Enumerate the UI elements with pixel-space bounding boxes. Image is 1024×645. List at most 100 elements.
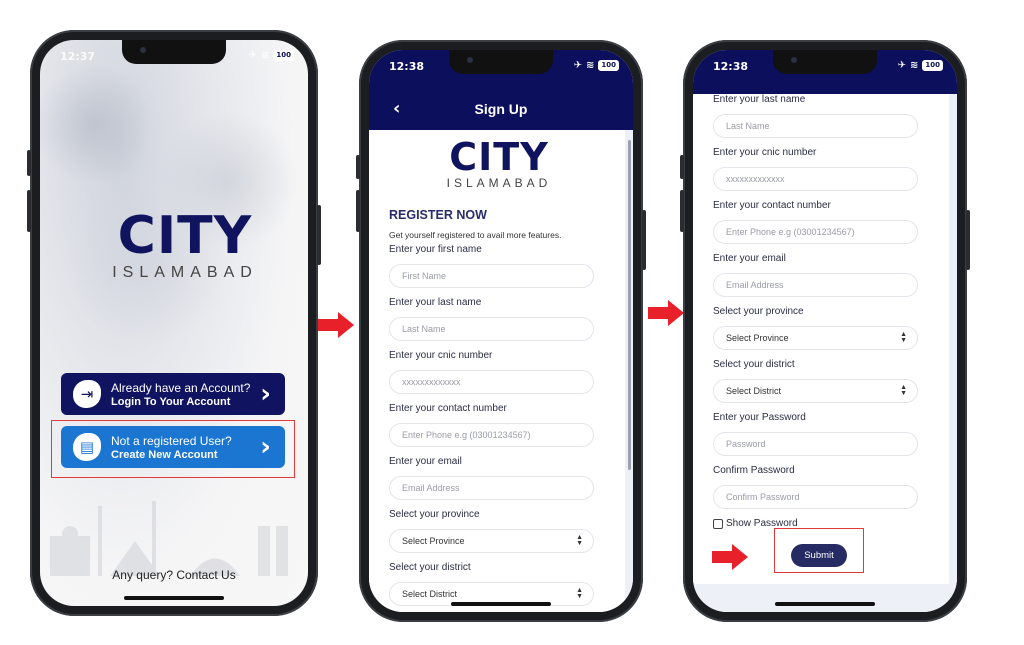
select-value: Select District (726, 386, 782, 396)
login-line2: Login To Your Account (111, 395, 231, 408)
wifi-icon: ≋ (260, 50, 270, 61)
phone-side-button (317, 205, 321, 265)
signup-screen: ‹ Sign Up 12:38 ✈ ≋ 100 CITY ISLAMABAD REG… (369, 50, 633, 612)
tutorial-stage: 12:37 ✈ ≋ 100 CITY ISLAMABAD ⇥ Already hav… (0, 0, 1024, 645)
select-arrows-icon: ▲ ▼ (900, 384, 907, 397)
last-name-input[interactable]: Last Name (389, 317, 594, 341)
status-time: 12:37 (60, 50, 96, 63)
field-label: Enter your Password (713, 412, 806, 423)
show-password-checkbox[interactable] (713, 518, 723, 529)
register-heading: REGISTER NOW (389, 208, 487, 222)
battery-icon: 100 (598, 60, 619, 71)
phone-signup-bottom: 12:38 ✈ ≋ 100 Enter your last name Last Na… (680, 40, 970, 622)
select-value: Select Province (726, 333, 789, 343)
camera-icon (140, 47, 146, 53)
highlight-box (51, 420, 295, 478)
status-time: 12:38 (389, 60, 425, 73)
field-label: Select your district (713, 359, 795, 370)
field-label: Enter your last name (713, 94, 806, 105)
phone-side-button (680, 190, 684, 232)
home-indicator (451, 602, 551, 606)
contact-field: Enter your contact number Enter Phone e.… (713, 200, 918, 244)
field-label: Select your province (389, 509, 480, 520)
airplane-icon: ✈ (248, 50, 257, 61)
phone-welcome: 12:37 ✈ ≋ 100 CITY ISLAMABAD ⇥ Already hav… (27, 30, 321, 616)
phone-side-button (27, 190, 31, 232)
confirm-password-input[interactable]: Confirm Password (713, 485, 918, 509)
field-label: Enter your cnic number (713, 147, 817, 158)
confirm-password-field: Confirm Password Confirm Password (713, 465, 918, 509)
wifi-icon: ≋ (585, 60, 595, 71)
email-input[interactable]: Email Address (389, 476, 594, 500)
signup-form: CITY ISLAMABAD REGISTER NOW Get yourself… (369, 130, 625, 612)
field-label: Enter your contact number (389, 403, 507, 414)
signup-screen-scrolled: 12:38 ✈ ≋ 100 Enter your last name Last Na… (693, 50, 957, 612)
signup-form: Enter your last name Last Name Enter you… (693, 94, 949, 584)
status-time: 12:38 (713, 60, 749, 73)
first-name-input[interactable]: First Name (389, 264, 594, 288)
phone-side-button (27, 150, 31, 176)
scrollbar-thumb[interactable] (628, 140, 631, 470)
contact-us-link[interactable]: Any query? Contact Us (40, 568, 308, 582)
logo-word: CITY (449, 135, 549, 179)
register-subheading: Get yourself registered to avail more fe… (389, 230, 562, 240)
chevron-right-icon: › (260, 379, 271, 409)
field-label: Enter your last name (389, 297, 482, 308)
phone-side-button (966, 210, 970, 270)
field-label: Confirm Password (713, 465, 795, 476)
last-name-input[interactable]: Last Name (713, 114, 918, 138)
contact-input[interactable]: Enter Phone e.g (03001234567) (713, 220, 918, 244)
red-arrow-icon (648, 300, 684, 326)
login-button[interactable]: ⇥ Already have an Account? Login To Your… (61, 373, 285, 415)
email-field: Enter your email Email Address (713, 253, 918, 297)
battery-icon: 100 (273, 50, 294, 61)
email-field: Enter your email Email Address (389, 456, 594, 500)
phone-side-button (680, 155, 684, 179)
province-field: Select your province Select Province ▲ ▼ (713, 306, 918, 350)
cnic-field: Enter your cnic number xxxxxxxxxxxxx (389, 350, 594, 394)
field-label: Enter your contact number (713, 200, 831, 211)
field-label: Enter your email (389, 456, 462, 467)
login-icon: ⇥ (73, 380, 101, 408)
last-name-field: Enter your last name Last Name (713, 94, 918, 138)
field-label: Select your province (713, 306, 804, 317)
cnic-field: Enter your cnic number xxxxxxxxxxxxx (713, 147, 918, 191)
login-line1: Already have an Account? (111, 380, 251, 395)
scrollbar[interactable] (949, 94, 957, 612)
select-arrows-icon: ▲ ▼ (576, 587, 583, 600)
home-indicator (124, 596, 224, 600)
battery-icon: 100 (922, 60, 943, 71)
logo-subtitle: ISLAMABAD (112, 264, 258, 281)
province-select[interactable]: Select Province ▲ ▼ (389, 529, 594, 553)
first-name-field: Enter your first name First Name (389, 244, 594, 288)
city-islamabad-logo: CITY ISLAMABAD (90, 210, 280, 282)
camera-icon (791, 57, 797, 63)
province-field: Select your province Select Province ▲ ▼ (389, 509, 594, 553)
notch (122, 40, 226, 64)
province-select[interactable]: Select Province ▲ ▼ (713, 326, 918, 350)
select-value: Select District (402, 589, 458, 599)
select-arrows-icon: ▲ ▼ (576, 534, 583, 547)
phone-side-button (356, 190, 360, 232)
password-input[interactable]: Password (713, 432, 918, 456)
email-input[interactable]: Email Address (713, 273, 918, 297)
airplane-icon: ✈ (897, 60, 906, 71)
wifi-icon: ≋ (909, 60, 919, 71)
district-field: Select your district Select District ▲ ▼ (713, 359, 918, 403)
red-arrow-icon (318, 312, 354, 338)
select-value: Select Province (402, 536, 465, 546)
home-indicator (775, 602, 875, 606)
notch (773, 50, 877, 74)
district-field: Select your district Select District ▲ ▼ (389, 562, 594, 606)
last-name-field: Enter your last name Last Name (389, 297, 594, 341)
district-select[interactable]: Select District ▲ ▼ (713, 379, 918, 403)
bottom-safe-area (693, 584, 957, 612)
logo-word: CITY (117, 206, 253, 266)
field-label: Select your district (389, 562, 471, 573)
contact-input[interactable]: Enter Phone e.g (03001234567) (389, 423, 594, 447)
city-islamabad-logo: CITY ISLAMABAD (429, 138, 569, 190)
cnic-input[interactable]: xxxxxxxxxxxxx (389, 370, 594, 394)
field-label: Enter your email (713, 253, 786, 264)
airplane-icon: ✈ (573, 60, 582, 71)
cnic-input[interactable]: xxxxxxxxxxxxx (713, 167, 918, 191)
